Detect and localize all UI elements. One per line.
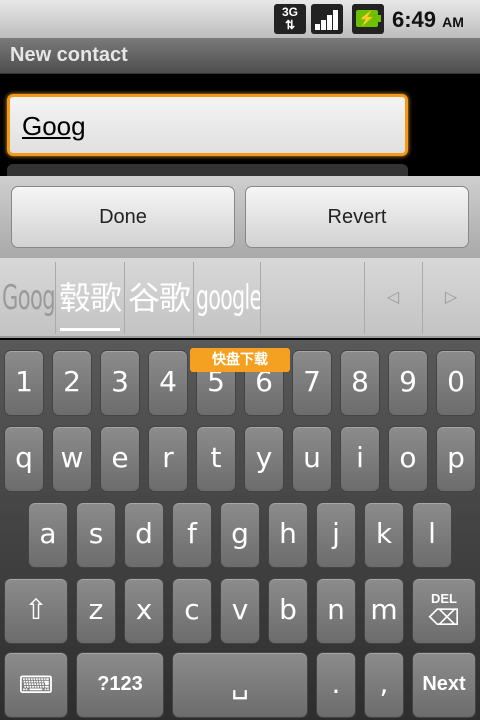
next-key[interactable]: Next	[412, 652, 476, 718]
backspace-icon: ⌫	[428, 606, 460, 631]
key-u[interactable]: u	[292, 426, 332, 492]
network-3g-icon: 3G ⇅	[274, 4, 306, 34]
network-type: 3G	[281, 5, 298, 19]
shift-key[interactable]: ⇧	[4, 578, 68, 644]
key-d[interactable]: d	[124, 502, 164, 568]
key-e[interactable]: e	[100, 426, 140, 492]
comma-key[interactable]: ,	[364, 652, 404, 718]
battery-charging-icon: ⚡	[352, 4, 384, 34]
soft-keyboard: 1 2 3 4 5 6 7 8 9 0 q w e r t y u i o p …	[0, 340, 480, 720]
key-p[interactable]: p	[436, 426, 476, 492]
key-n[interactable]: n	[316, 578, 356, 644]
suggestion-item[interactable]: 毂歌	[58, 270, 122, 326]
key-j[interactable]: j	[316, 502, 356, 568]
keyboard-settings-key[interactable]: ⌨	[4, 652, 68, 718]
keyboard-icon: ⌨	[18, 671, 54, 699]
name-input[interactable]: Goog	[7, 94, 408, 156]
key-s[interactable]: s	[76, 502, 116, 568]
key-r[interactable]: r	[148, 426, 188, 492]
key-k[interactable]: k	[364, 502, 404, 568]
key-3[interactable]: 3	[100, 350, 140, 416]
key-7[interactable]: 7	[292, 350, 332, 416]
key-b[interactable]: b	[268, 578, 308, 644]
key-w[interactable]: w	[52, 426, 92, 492]
action-button-panel: Done Revert	[0, 176, 480, 258]
space-key[interactable]: ␣	[172, 652, 308, 718]
space-icon: ␣	[231, 667, 249, 700]
shift-icon: ⇧	[24, 593, 48, 626]
key-m[interactable]: m	[364, 578, 404, 644]
key-l[interactable]: l	[412, 502, 452, 568]
key-8[interactable]: 8	[340, 350, 380, 416]
clock-time: 6:49	[392, 7, 437, 32]
key-v[interactable]: v	[220, 578, 260, 644]
page-title: New contact	[10, 44, 128, 66]
clock-ampm: AM	[442, 14, 464, 30]
suggestion-highlight	[60, 328, 120, 331]
suggestion-item[interactable]: google	[196, 270, 262, 326]
key-1[interactable]: 1	[4, 350, 44, 416]
key-o[interactable]: o	[388, 426, 428, 492]
key-0[interactable]: 0	[436, 350, 476, 416]
key-f[interactable]: f	[172, 502, 212, 568]
key-a[interactable]: a	[28, 502, 68, 568]
suggestion-item[interactable]: 谷歌	[127, 270, 191, 326]
key-g[interactable]: g	[220, 502, 260, 568]
key-q[interactable]: q	[4, 426, 44, 492]
key-9[interactable]: 9	[388, 350, 428, 416]
signal-strength-icon	[311, 4, 343, 34]
watermark-logo: 快盘下载	[190, 348, 290, 372]
delete-key-label: DEL	[431, 591, 457, 606]
key-y[interactable]: y	[244, 426, 284, 492]
status-bar: 3G ⇅ ⚡ 6:49 AM	[0, 0, 480, 38]
key-z[interactable]: z	[76, 578, 116, 644]
key-i[interactable]: i	[340, 426, 380, 492]
key-t[interactable]: t	[196, 426, 236, 492]
title-bar: New contact	[0, 38, 480, 74]
done-button[interactable]: Done	[11, 186, 235, 248]
suggestion-item[interactable]: Goog	[2, 270, 56, 326]
key-c[interactable]: c	[172, 578, 212, 644]
name-input-value: Goog	[22, 111, 86, 141]
delete-key[interactable]: DEL ⌫	[412, 578, 476, 644]
period-key[interactable]: .	[316, 652, 356, 718]
arrow-left-icon[interactable]: ◁	[365, 272, 421, 324]
revert-button[interactable]: Revert	[245, 186, 469, 248]
key-4[interactable]: 4	[148, 350, 188, 416]
suggestion-strip: Goog 毂歌 谷歌 google ◁ ▷	[0, 258, 480, 338]
key-h[interactable]: h	[268, 502, 308, 568]
key-x[interactable]: x	[124, 578, 164, 644]
arrow-right-icon[interactable]: ▷	[423, 272, 479, 324]
clock: 6:49 AM	[392, 7, 464, 33]
key-2[interactable]: 2	[52, 350, 92, 416]
symbols-key[interactable]: ?123	[76, 652, 164, 718]
